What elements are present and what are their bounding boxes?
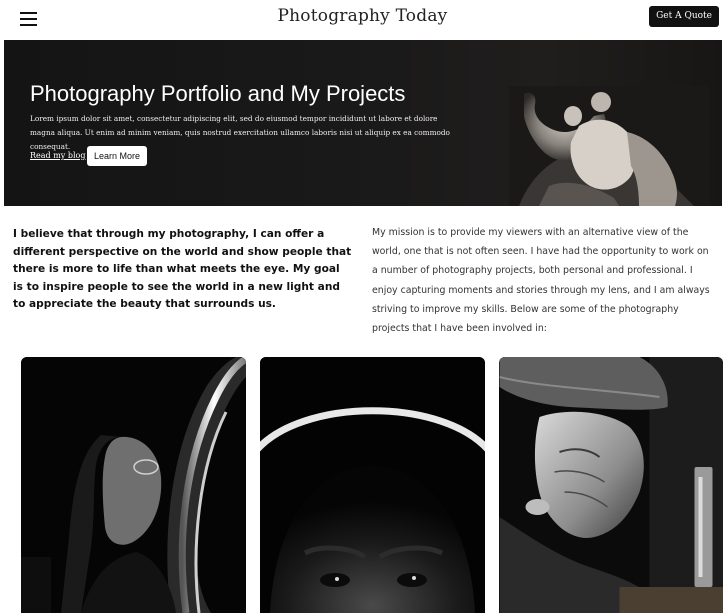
hero-title: Photography Portfolio and My Projects xyxy=(30,81,406,106)
project-photo-card[interactable] xyxy=(499,357,723,613)
get-a-quote-button[interactable]: Get A Quote xyxy=(649,6,719,27)
read-my-blog-link[interactable]: Read my blog xyxy=(30,151,85,160)
mission-paragraph: My mission is to provide my viewers with… xyxy=(372,227,710,335)
site-title[interactable]: Photography Today xyxy=(0,6,725,26)
project-photo-card[interactable] xyxy=(21,357,246,613)
woman-neon-portrait-photo xyxy=(21,357,246,613)
project-photo-card[interactable] xyxy=(260,357,485,613)
elderly-man-portrait-photo xyxy=(499,357,723,613)
intro-statement: I believe that through my photography, I… xyxy=(13,228,352,311)
hero-banner: Photography Portfolio and My Projects Lo… xyxy=(4,40,722,206)
face-under-light-ring-photo xyxy=(260,357,485,613)
statue-sculpture-image xyxy=(509,86,709,206)
site-header: Photography Today Get A Quote xyxy=(0,0,725,38)
learn-more-button[interactable]: Learn More xyxy=(87,146,147,166)
